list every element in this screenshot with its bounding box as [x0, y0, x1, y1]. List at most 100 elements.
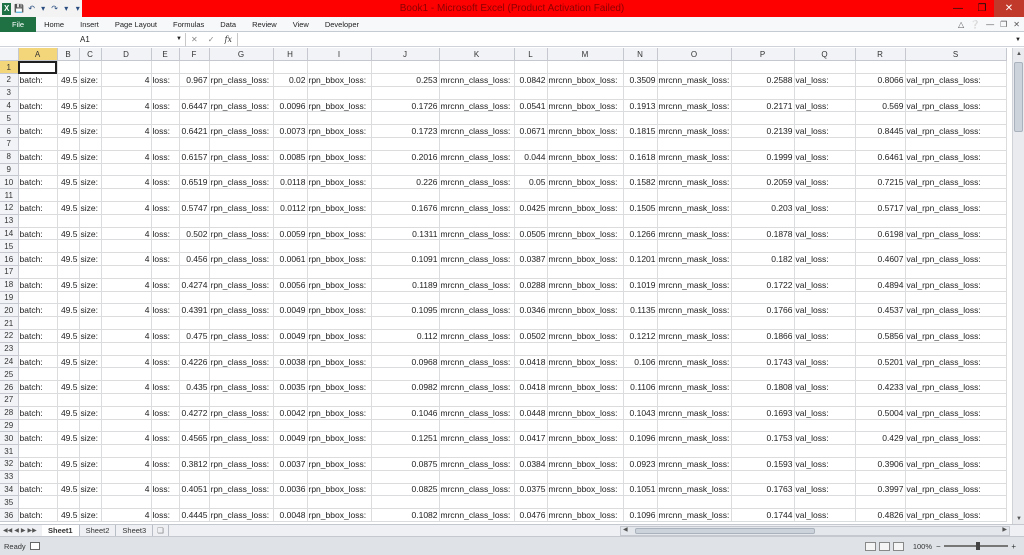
cell-p21[interactable] — [731, 316, 795, 331]
row-header[interactable]: 6 — [0, 124, 19, 139]
cell-q13[interactable] — [794, 214, 856, 228]
cell-j27[interactable] — [371, 393, 440, 407]
cell-q10[interactable]: val_loss: — [794, 175, 856, 190]
cell-s12[interactable]: val_rpn_class_loss: — [905, 201, 1007, 215]
cell-n23[interactable] — [623, 342, 658, 356]
prev-sheet-icon[interactable]: ◀ — [14, 527, 19, 534]
cell-g28[interactable]: rpn_class_loss: — [209, 406, 274, 420]
cell-l18[interactable]: 0.0288 — [514, 278, 548, 292]
cell-l19[interactable] — [514, 291, 548, 305]
cell-f6[interactable]: 0.6421 — [179, 124, 210, 139]
cell-b6[interactable]: 49.5 — [57, 124, 80, 139]
cell-c15[interactable] — [79, 239, 102, 254]
cell-i18[interactable]: rpn_bbox_loss: — [307, 278, 372, 292]
cell-b32[interactable]: 49.5 — [57, 457, 80, 471]
cell-a14[interactable]: batch: — [18, 227, 58, 241]
cell-q31[interactable] — [794, 444, 856, 458]
cell-j5[interactable] — [371, 111, 440, 126]
cell-s14[interactable]: val_rpn_class_loss: — [905, 227, 1007, 241]
insert-function-icon[interactable]: fx — [224, 35, 231, 44]
cell-q18[interactable]: val_loss: — [794, 278, 856, 292]
cell-e18[interactable]: loss: — [151, 278, 180, 292]
help-icon[interactable]: ❔ — [970, 20, 980, 29]
cell-m3[interactable] — [547, 86, 624, 100]
cell-c16[interactable]: size: — [79, 252, 102, 267]
cell-p20[interactable]: 0.1766 — [731, 303, 795, 318]
cell-e1[interactable] — [151, 60, 180, 75]
cell-c26[interactable]: size: — [79, 380, 102, 395]
cell-d28[interactable]: 4 — [101, 406, 152, 420]
cell-r30[interactable]: 0.429 — [855, 431, 906, 446]
row-header[interactable]: 3 — [0, 86, 19, 100]
cell-h19[interactable] — [273, 291, 308, 305]
cell-p35[interactable] — [731, 495, 795, 510]
row-header[interactable]: 5 — [0, 111, 19, 126]
cell-i21[interactable] — [307, 316, 372, 331]
cell-g1[interactable] — [209, 60, 274, 75]
minimize-ribbon-icon[interactable]: △ — [958, 20, 964, 29]
row-header[interactable]: 17 — [0, 265, 19, 279]
cell-b24[interactable]: 49.5 — [57, 355, 80, 369]
cell-g34[interactable]: rpn_class_loss: — [209, 483, 274, 497]
cell-n26[interactable]: 0.1106 — [623, 380, 658, 395]
cell-a28[interactable]: batch: — [18, 406, 58, 420]
name-box[interactable]: A1 ▼ — [0, 33, 186, 46]
cell-g19[interactable] — [209, 291, 274, 305]
cell-b30[interactable]: 49.5 — [57, 431, 80, 446]
cell-i4[interactable]: rpn_bbox_loss: — [307, 99, 372, 113]
cell-q6[interactable]: val_loss: — [794, 124, 856, 139]
cell-s27[interactable] — [905, 393, 1007, 407]
cell-n6[interactable]: 0.1815 — [623, 124, 658, 139]
cell-j34[interactable]: 0.0825 — [371, 483, 440, 497]
cell-a36[interactable]: batch: — [18, 508, 58, 522]
cell-s18[interactable]: val_rpn_class_loss: — [905, 278, 1007, 292]
cell-c23[interactable] — [79, 342, 102, 356]
cell-a18[interactable]: batch: — [18, 278, 58, 292]
cell-h28[interactable]: 0.0042 — [273, 406, 308, 420]
cell-e30[interactable]: loss: — [151, 431, 180, 446]
cell-m24[interactable]: mrcnn_bbox_loss: — [547, 355, 624, 369]
cell-r6[interactable]: 0.8445 — [855, 124, 906, 139]
cell-r36[interactable]: 0.4826 — [855, 508, 906, 522]
cell-r32[interactable]: 0.3906 — [855, 457, 906, 471]
cell-n19[interactable] — [623, 291, 658, 305]
cell-j10[interactable]: 0.226 — [371, 175, 440, 190]
cell-f21[interactable] — [179, 316, 210, 331]
cell-i12[interactable]: rpn_bbox_loss: — [307, 201, 372, 215]
cell-d25[interactable] — [101, 367, 152, 382]
cell-q30[interactable]: val_loss: — [794, 431, 856, 446]
cell-s31[interactable] — [905, 444, 1007, 458]
cell-g32[interactable]: rpn_class_loss: — [209, 457, 274, 471]
cell-r31[interactable] — [855, 444, 906, 458]
cell-d17[interactable] — [101, 265, 152, 279]
cell-b34[interactable]: 49.5 — [57, 483, 80, 497]
cell-k21[interactable] — [439, 316, 515, 331]
cell-j12[interactable]: 0.1676 — [371, 201, 440, 215]
cell-r12[interactable]: 0.5717 — [855, 201, 906, 215]
cell-e35[interactable] — [151, 495, 180, 510]
cell-b31[interactable] — [57, 444, 80, 458]
cell-j3[interactable] — [371, 86, 440, 100]
row-header[interactable]: 33 — [0, 470, 19, 484]
cell-a29[interactable] — [18, 419, 58, 433]
cell-r21[interactable] — [855, 316, 906, 331]
cell-n36[interactable]: 0.1096 — [623, 508, 658, 522]
cell-i6[interactable]: rpn_bbox_loss: — [307, 124, 372, 139]
cell-o18[interactable]: mrcnn_mask_loss: — [657, 278, 732, 292]
cell-p7[interactable] — [731, 137, 795, 151]
cell-g12[interactable]: rpn_class_loss: — [209, 201, 274, 215]
cell-b25[interactable] — [57, 367, 80, 382]
cell-r23[interactable] — [855, 342, 906, 356]
cell-f27[interactable] — [179, 393, 210, 407]
cell-p17[interactable] — [731, 265, 795, 279]
cell-m21[interactable] — [547, 316, 624, 331]
cell-h8[interactable]: 0.0085 — [273, 150, 308, 164]
cell-n4[interactable]: 0.1913 — [623, 99, 658, 113]
cell-i15[interactable] — [307, 239, 372, 254]
cell-o28[interactable]: mrcnn_mask_loss: — [657, 406, 732, 420]
cell-a12[interactable]: batch: — [18, 201, 58, 215]
cell-l31[interactable] — [514, 444, 548, 458]
cell-n33[interactable] — [623, 470, 658, 484]
cell-n24[interactable]: 0.106 — [623, 355, 658, 369]
column-header-l[interactable]: L — [514, 48, 548, 62]
